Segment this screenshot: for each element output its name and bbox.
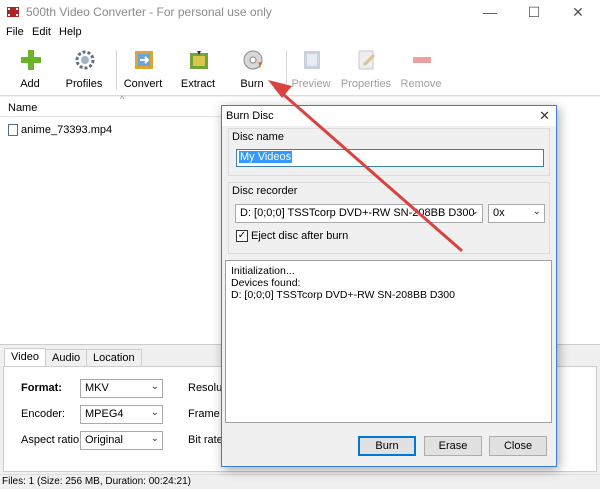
log-line: Devices found: bbox=[231, 277, 301, 289]
tab-audio[interactable]: Audio bbox=[45, 349, 88, 367]
preview-button[interactable]: Preview bbox=[281, 46, 341, 94]
sort-caret-icon: ^ bbox=[120, 94, 125, 104]
film-convert-icon bbox=[135, 51, 153, 69]
properties-icon bbox=[358, 50, 376, 70]
burn-label: Burn bbox=[240, 78, 264, 90]
name-column-header[interactable]: ^ Name bbox=[0, 94, 222, 117]
aspect-ratio-value: Original bbox=[85, 434, 123, 446]
disc-name-input[interactable]: My Videos bbox=[236, 149, 544, 167]
chevron-down-icon: ⌄ bbox=[150, 433, 159, 444]
burn-disc-icon bbox=[243, 50, 263, 70]
format-label: Format: bbox=[21, 382, 62, 394]
remove-button[interactable]: Remove bbox=[391, 46, 451, 94]
extract-button[interactable]: Extract bbox=[168, 46, 228, 94]
log-line: Initialization... bbox=[231, 265, 295, 277]
add-button[interactable]: Add bbox=[0, 46, 60, 94]
recorder-select[interactable]: D: [0;0;0] TSSTcorp DVD+-RW SN-208BB D30… bbox=[235, 204, 483, 223]
chevron-down-icon: ⌄ bbox=[470, 206, 479, 217]
file-icon bbox=[8, 124, 18, 136]
profiles-label: Profiles bbox=[65, 78, 103, 90]
remove-icon bbox=[413, 57, 431, 63]
name-column-label: Name bbox=[8, 102, 38, 114]
erase-button[interactable]: Erase bbox=[424, 436, 482, 456]
chevron-down-icon: ⌄ bbox=[532, 206, 541, 217]
eject-checkbox[interactable]: ✓ Eject disc after burn bbox=[236, 230, 348, 242]
app-icon bbox=[7, 7, 19, 17]
eject-label: Eject disc after burn bbox=[251, 230, 349, 242]
disc-name-value: My Videos bbox=[239, 151, 293, 163]
menu-bar: File Edit Help bbox=[0, 24, 600, 42]
chevron-down-icon: ⌄ bbox=[150, 407, 159, 418]
aspect-ratio-select[interactable]: Original ⌄ bbox=[80, 431, 163, 450]
aspect-ratio-label: Aspect ratio: bbox=[21, 434, 83, 446]
extract-icon bbox=[190, 51, 208, 69]
convert-label: Convert bbox=[123, 78, 163, 90]
dialog-close-icon[interactable]: ✕ bbox=[539, 108, 550, 124]
burn-button[interactable]: Burn bbox=[222, 46, 282, 94]
burn-dialog-button[interactable]: Burn bbox=[358, 436, 416, 456]
speed-value: 0x bbox=[493, 207, 505, 219]
disc-name-label: Disc name bbox=[232, 131, 284, 143]
checkmark-icon: ✓ bbox=[236, 230, 248, 242]
convert-button[interactable]: Convert bbox=[113, 46, 173, 94]
preview-label: Preview bbox=[291, 78, 331, 90]
gear-icon bbox=[75, 50, 95, 70]
format-select[interactable]: MKV ⌄ bbox=[80, 379, 163, 398]
window-title: 500th Video Converter - For personal use… bbox=[26, 5, 272, 19]
disc-recorder-label: Disc recorder bbox=[232, 185, 298, 197]
format-value: MKV bbox=[85, 382, 109, 394]
menu-file[interactable]: File bbox=[6, 26, 24, 38]
properties-button[interactable]: Properties bbox=[336, 46, 396, 94]
file-name: anime_73393.mp4 bbox=[21, 124, 113, 136]
speed-select[interactable]: 0x ⌄ bbox=[488, 204, 545, 223]
encoder-select[interactable]: MPEG4 ⌄ bbox=[80, 405, 163, 424]
encoder-value: MPEG4 bbox=[85, 408, 124, 420]
dialog-title-bar: Burn Disc ✕ bbox=[222, 106, 556, 126]
list-item[interactable]: anime_73393.mp4 bbox=[8, 122, 112, 138]
profiles-button[interactable]: Profiles bbox=[54, 46, 114, 94]
recorder-value: D: [0;0;0] TSSTcorp DVD+-RW SN-208BB D30… bbox=[240, 207, 475, 219]
dialog-title: Burn Disc bbox=[226, 110, 274, 122]
menu-help[interactable]: Help bbox=[59, 26, 82, 38]
add-icon bbox=[21, 50, 41, 70]
burn-disc-dialog: Burn Disc ✕ Disc name My Videos Disc rec… bbox=[221, 105, 557, 467]
status-bar: Files: 1 (Size: 256 MB, Duration: 00:24:… bbox=[0, 474, 600, 489]
film-preview-icon bbox=[304, 51, 320, 69]
minimize-button[interactable]: — bbox=[468, 0, 512, 24]
tab-location[interactable]: Location bbox=[86, 349, 142, 367]
chevron-down-icon: ⌄ bbox=[150, 381, 159, 392]
log-line: D: [0;0;0] TSSTcorp DVD+-RW SN-208BB D30… bbox=[231, 289, 455, 301]
title-bar: 500th Video Converter - For personal use… bbox=[0, 0, 600, 24]
add-label: Add bbox=[20, 78, 40, 90]
encoder-label: Encoder: bbox=[21, 408, 66, 420]
menu-edit[interactable]: Edit bbox=[32, 26, 51, 38]
extract-label: Extract bbox=[180, 78, 216, 90]
main-window: 500th Video Converter - For personal use… bbox=[0, 0, 600, 489]
remove-label: Remove bbox=[400, 78, 442, 90]
burn-log: Initialization... Devices found: D: [0;0… bbox=[225, 260, 552, 423]
maximize-button[interactable]: ☐ bbox=[512, 0, 556, 24]
toolbar: Add Profiles Convert Extract Burn Previe… bbox=[0, 42, 600, 96]
close-button[interactable]: ✕ bbox=[556, 0, 600, 24]
close-dialog-button[interactable]: Close bbox=[489, 436, 547, 456]
tab-video[interactable]: Video bbox=[4, 348, 46, 367]
properties-label: Properties bbox=[340, 78, 392, 90]
